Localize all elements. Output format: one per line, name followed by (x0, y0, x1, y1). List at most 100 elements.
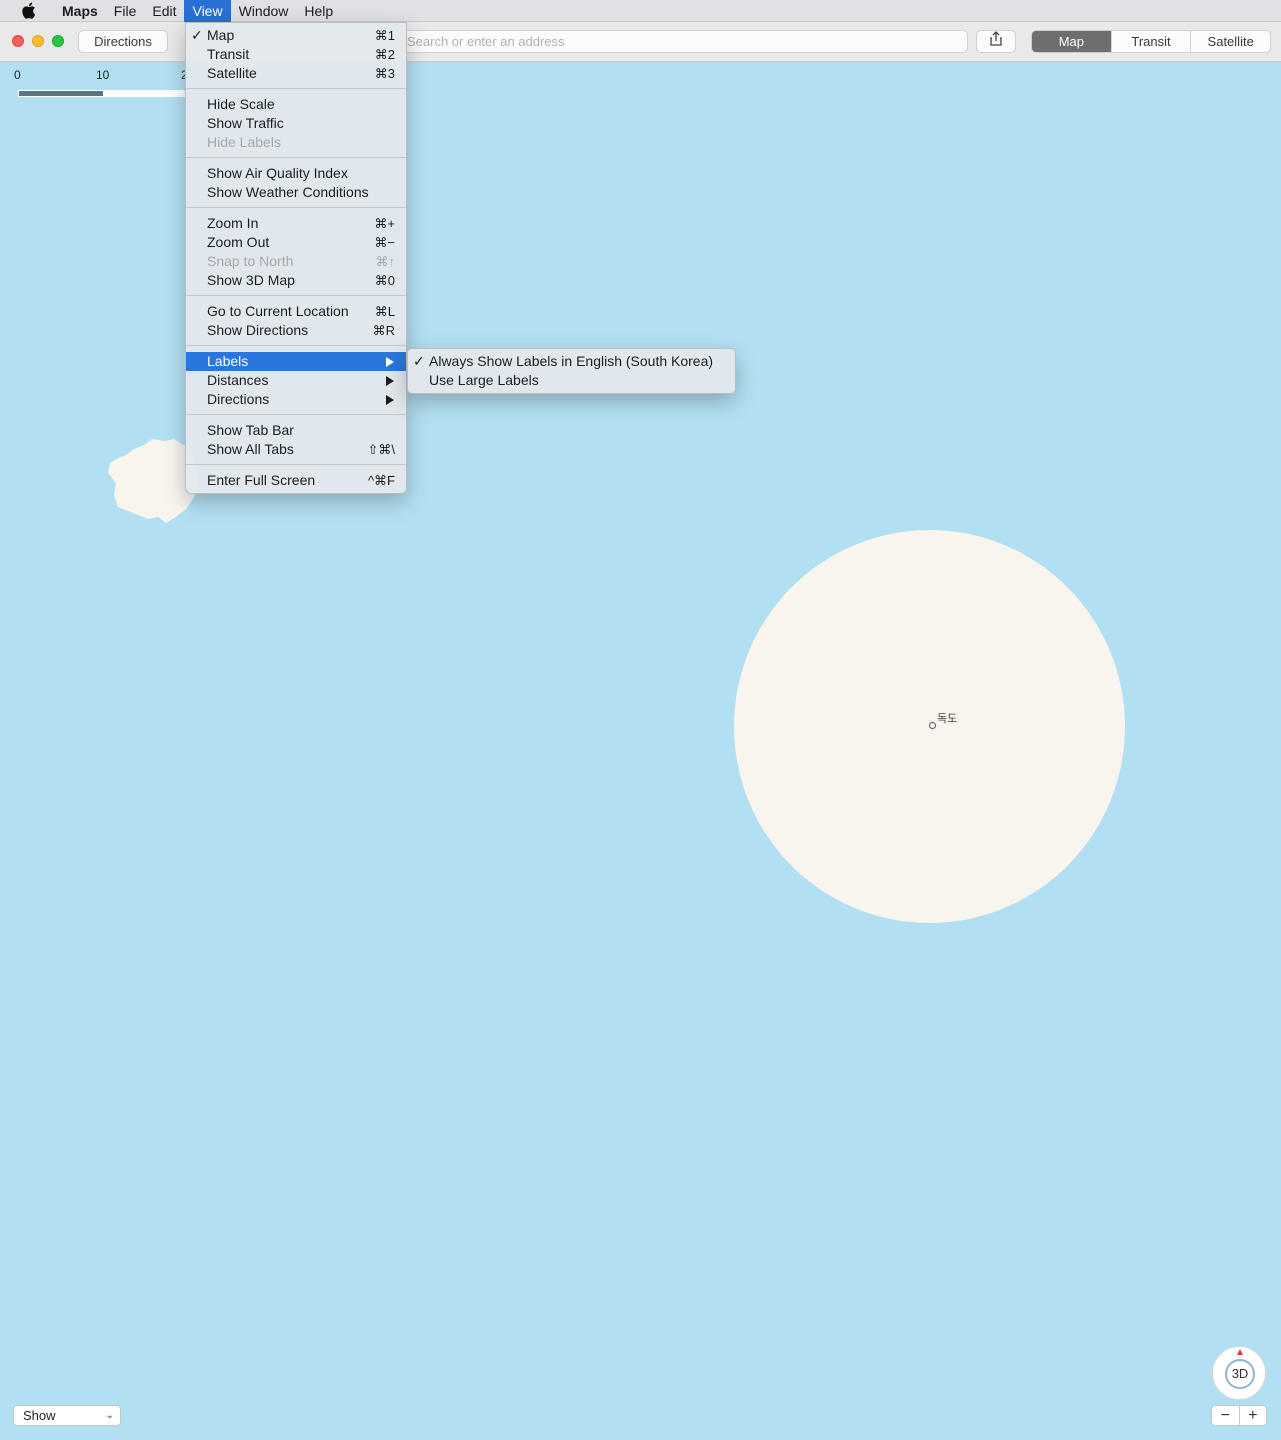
zoom-window-button[interactable] (52, 35, 64, 47)
menu-item-enter-full-screen[interactable]: Enter Full Screen ^⌘F (186, 471, 406, 490)
submenu-arrow-icon (386, 376, 394, 386)
menu-item-hide-scale[interactable]: Hide Scale (186, 95, 406, 114)
menu-item-label: Always Show Labels in English (South Kor… (429, 353, 714, 369)
menu-item-show-traffic[interactable]: Show Traffic (186, 114, 406, 133)
menu-file[interactable]: File (106, 0, 145, 22)
menu-item-directions[interactable]: Directions (186, 390, 406, 409)
menu-item-english-labels[interactable]: ✓ Always Show Labels in English (South Ko… (408, 352, 735, 371)
poi-label[interactable]: 독도 (937, 710, 957, 726)
menu-separator (186, 409, 406, 421)
scale-bar (18, 90, 188, 97)
labels-submenu: ✓ Always Show Labels in English (South Ko… (407, 348, 736, 394)
menu-item-label: Zoom In (207, 215, 259, 231)
menu-item-show-all-tabs[interactable]: Show All Tabs ⇧⌘\ (186, 440, 406, 459)
close-window-button[interactable] (12, 35, 24, 47)
menu-item-label: Hide Scale (207, 96, 275, 112)
menu-item-label: Transit (207, 46, 250, 62)
menu-window[interactable]: Window (231, 0, 297, 22)
menu-item-label: Show 3D Map (207, 272, 295, 288)
menu-item-current-location[interactable]: Go to Current Location ⌘L (186, 302, 406, 321)
menu-item-zoom-in[interactable]: Zoom In ⌘+ (186, 214, 406, 233)
menu-item-label: Hide Labels (207, 134, 281, 150)
menu-shortcut: ⌘− (374, 235, 395, 250)
menu-shortcut: ⌘↑ (375, 254, 396, 269)
menu-view[interactable]: View (184, 0, 231, 22)
menu-separator (186, 202, 406, 214)
menu-help[interactable]: Help (296, 0, 341, 22)
checkmark-icon: ✓ (191, 27, 203, 43)
menu-item-distances[interactable]: Distances (186, 371, 406, 390)
minimize-window-button[interactable] (32, 35, 44, 47)
menu-item-show-air-quality[interactable]: Show Air Quality Index (186, 164, 406, 183)
menu-bar: Maps File Edit View Window Help (0, 0, 1281, 22)
menu-item-show-weather[interactable]: Show Weather Conditions (186, 183, 406, 202)
menu-item-zoom-out[interactable]: Zoom Out ⌘− (186, 233, 406, 252)
search-input[interactable] (401, 31, 967, 52)
menu-separator (186, 83, 406, 95)
poi-marker-icon[interactable] (929, 722, 936, 729)
menu-item-transit[interactable]: Transit ⌘2 (186, 45, 406, 64)
menu-item-label: Show Traffic (207, 115, 284, 131)
scale-tick-label: 0 (14, 68, 21, 82)
menu-item-label: Satellite (207, 65, 257, 81)
menu-item-label: Show All Tabs (207, 441, 294, 457)
menu-item-large-labels[interactable]: Use Large Labels (408, 371, 735, 390)
menu-item-label: Directions (207, 391, 270, 407)
menu-item-label: Show Weather Conditions (207, 184, 369, 200)
zoom-in-button[interactable]: + (1238, 1406, 1267, 1425)
menu-shortcut: ⌘R (372, 323, 395, 338)
menu-separator (186, 459, 406, 471)
menu-edit[interactable]: Edit (144, 0, 184, 22)
submenu-arrow-icon (386, 395, 394, 405)
menu-item-label: Snap to North (207, 253, 294, 269)
menu-item-show-tab-bar[interactable]: Show Tab Bar (186, 421, 406, 440)
menu-separator (186, 290, 406, 302)
menu-item-satellite[interactable]: Satellite ⌘3 (186, 64, 406, 83)
menu-shortcut: ⌘3 (374, 66, 395, 81)
menu-item-show-directions[interactable]: Show Directions ⌘R (186, 321, 406, 340)
menu-item-label: Enter Full Screen (207, 472, 316, 488)
menu-separator (186, 340, 406, 352)
menu-item-label: Map (207, 27, 235, 43)
map-mode-satellite[interactable]: Satellite (1190, 31, 1270, 52)
directions-button[interactable]: Directions (78, 30, 168, 53)
menu-item-snap-to-north: Snap to North ⌘↑ (186, 252, 406, 271)
menu-shortcut: ⌘L (374, 304, 395, 319)
scale-bar-fill (19, 91, 103, 96)
menu-item-labels[interactable]: Labels (186, 352, 406, 371)
menu-item-label: Labels (207, 353, 249, 369)
map-mode-transit[interactable]: Transit (1110, 31, 1191, 52)
search-field[interactable] (400, 30, 968, 53)
menu-item-label: Show Air Quality Index (207, 165, 348, 181)
scale-tick-label: 10 (96, 68, 110, 82)
map-mode-map[interactable]: Map (1032, 31, 1111, 52)
share-icon (990, 31, 1002, 52)
menu-item-show-3d-map[interactable]: Show 3D Map ⌘0 (186, 271, 406, 290)
checkmark-icon: ✓ (413, 353, 425, 369)
menu-item-label: Distances (207, 372, 269, 388)
menu-shortcut: ⌘2 (374, 47, 395, 62)
submenu-arrow-icon (386, 357, 394, 367)
compass-3d-label: 3D (1225, 1359, 1255, 1389)
menu-shortcut: ^⌘F (367, 473, 395, 488)
menu-shortcut: ⌘1 (374, 28, 395, 43)
menu-item-map[interactable]: ✓ Map ⌘1 (186, 26, 406, 45)
show-dropdown[interactable]: Show ⌄ (13, 1405, 121, 1426)
apple-logo-icon[interactable] (18, 0, 38, 22)
menu-separator (186, 152, 406, 164)
chevron-down-icon: ⌄ (105, 1410, 114, 1421)
zoom-out-button[interactable]: − (1212, 1406, 1239, 1425)
menu-item-label: Go to Current Location (207, 303, 349, 319)
share-button[interactable] (976, 30, 1016, 53)
menu-item-label: Zoom Out (207, 234, 270, 250)
menu-shortcut: ⌘+ (374, 216, 395, 231)
menu-shortcut: ⇧⌘\ (367, 442, 395, 457)
view-menu: ✓ Map ⌘1 Transit ⌘2 Satellite ⌘3 Hide Scale … (185, 22, 407, 494)
zoom-control: − + (1211, 1405, 1267, 1426)
show-dropdown-label: Show (23, 1408, 56, 1423)
menu-app-name[interactable]: Maps (54, 0, 106, 22)
compass-3d-button[interactable]: 3D (1212, 1346, 1266, 1400)
menu-item-label: Use Large Labels (429, 372, 539, 388)
menu-item-hide-labels: Hide Labels (186, 133, 406, 152)
menu-item-label: Show Directions (207, 322, 309, 338)
